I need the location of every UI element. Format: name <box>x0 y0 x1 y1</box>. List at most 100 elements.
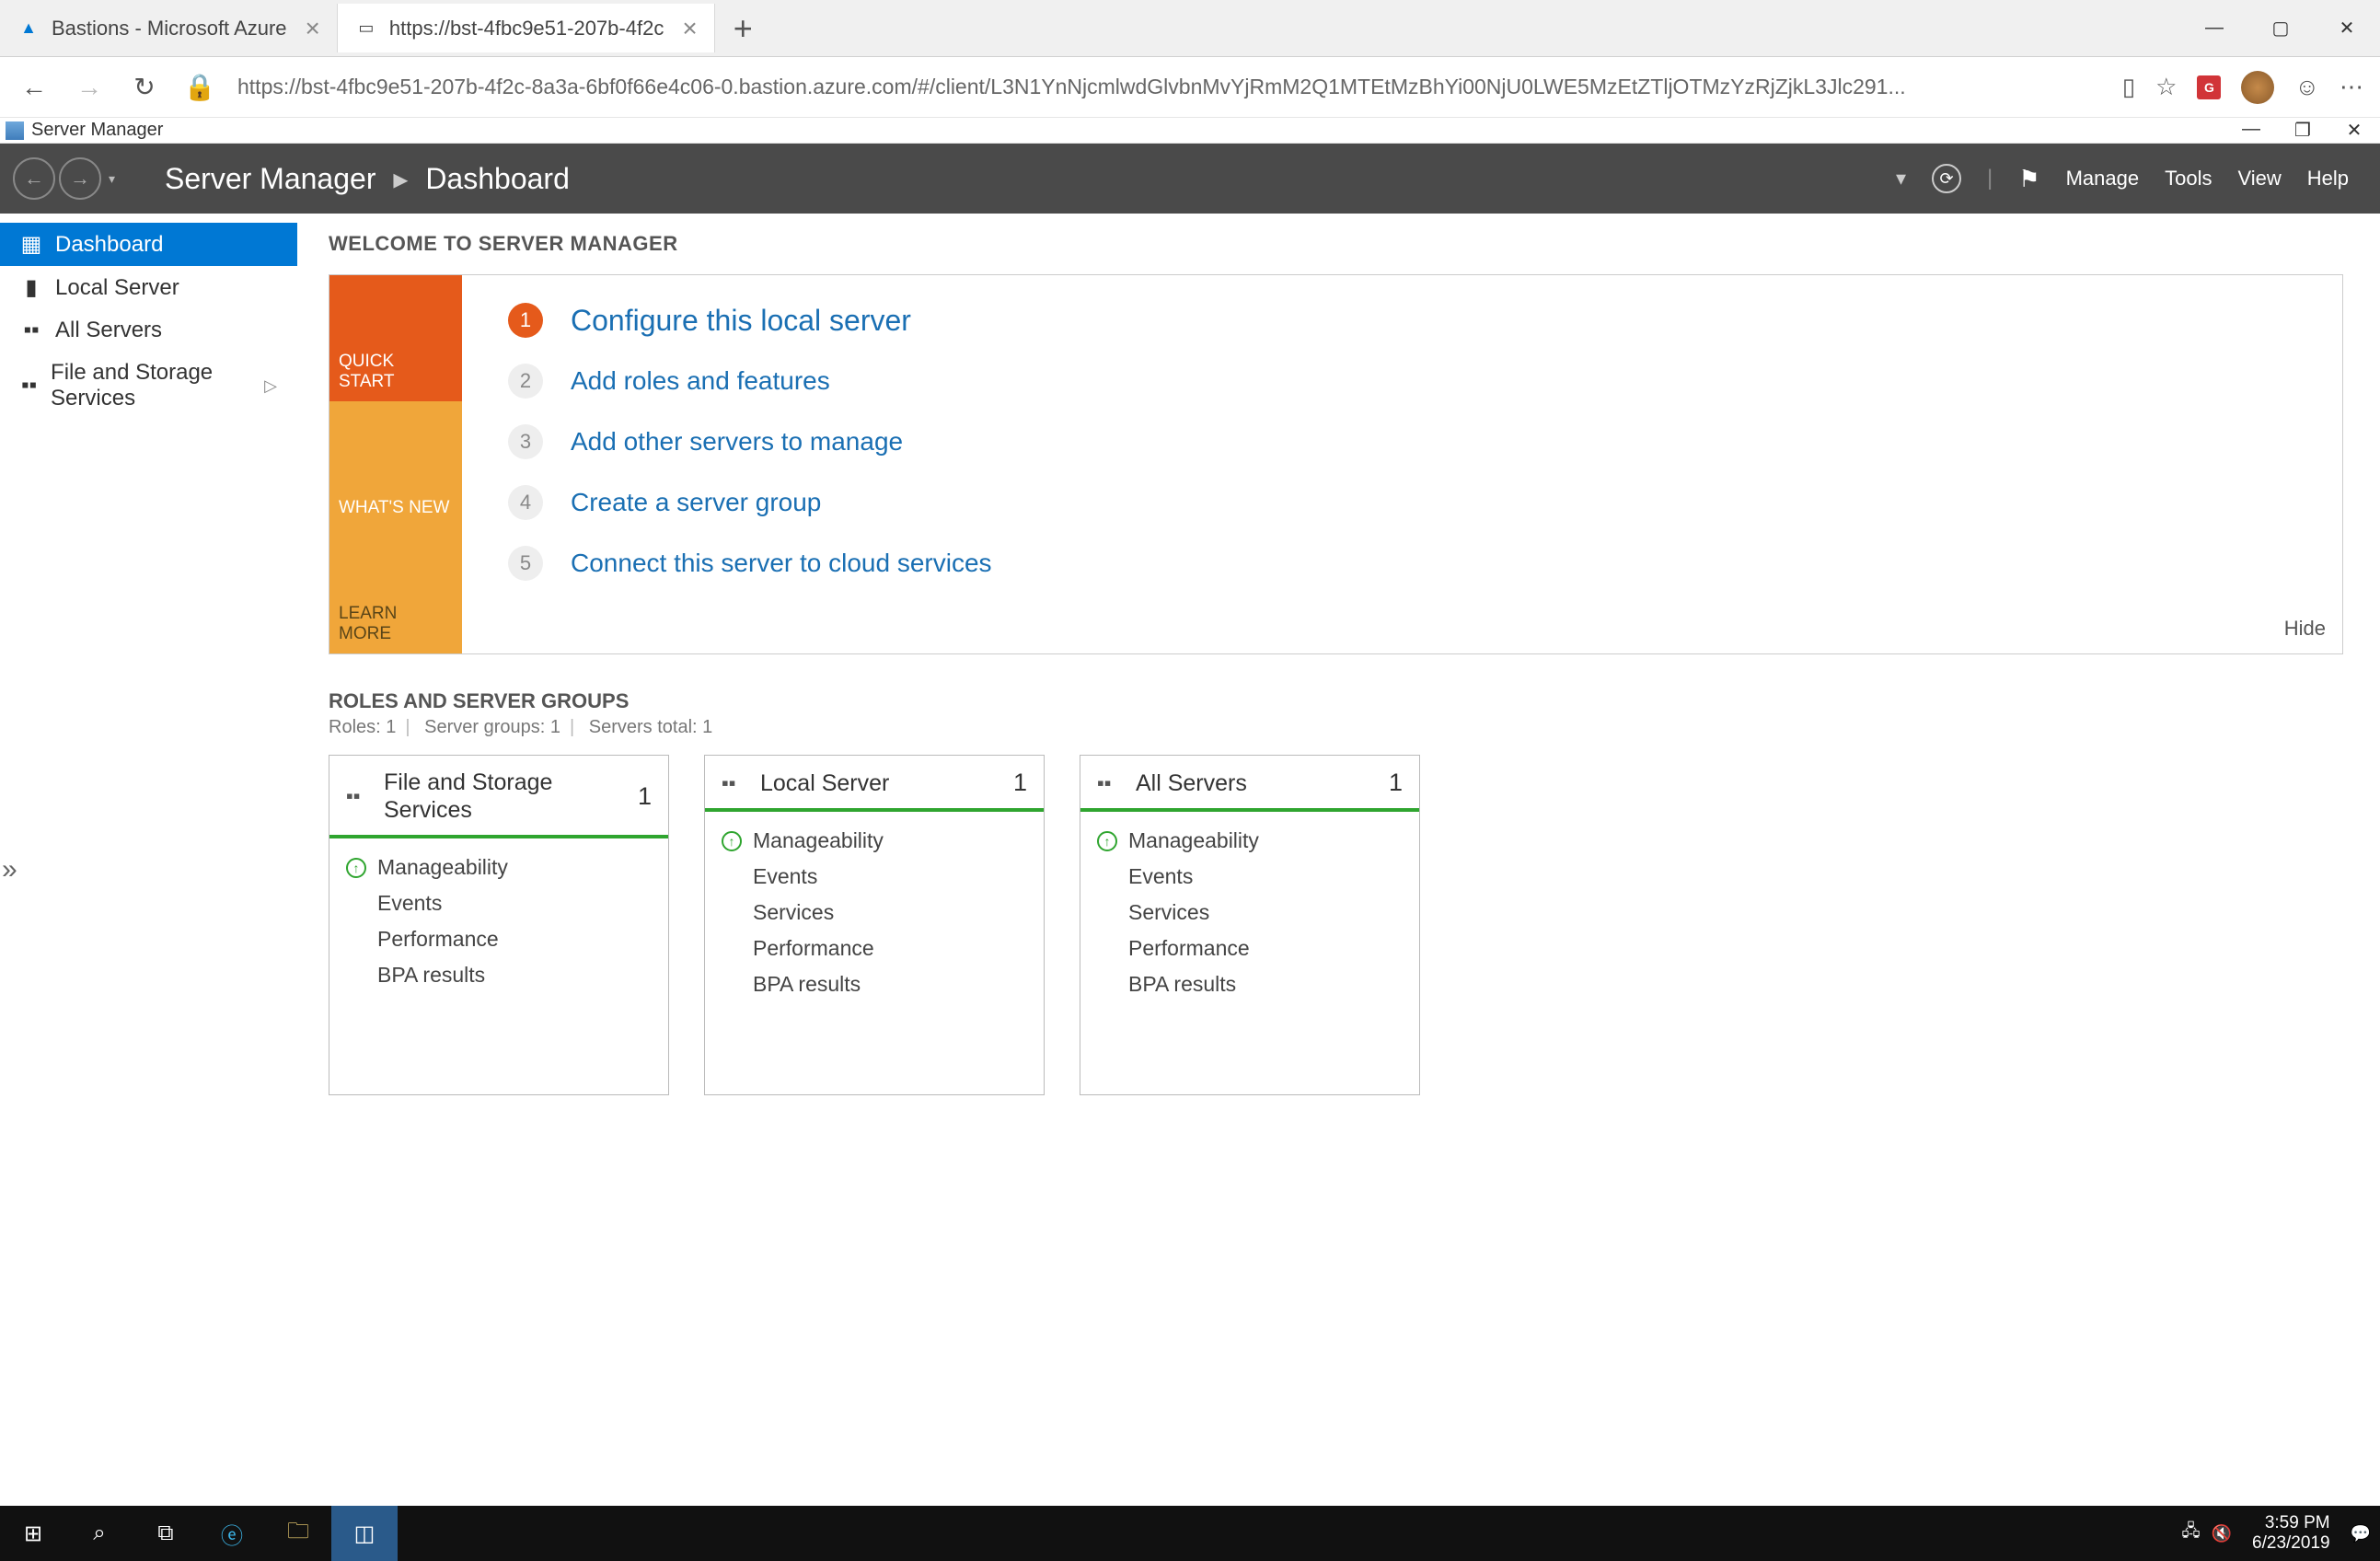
step-number: 1 <box>508 303 543 338</box>
quick-start-step[interactable]: 3Add other servers to manage <box>508 424 2296 459</box>
browser-tab-azure[interactable]: ▲ Bastions - Microsoft Azure × <box>0 4 338 52</box>
taskbar-ie-icon[interactable]: ⓔ <box>199 1506 265 1561</box>
tile-header: ▪▪ All Servers 1 <box>1080 756 1419 812</box>
close-icon[interactable]: × <box>287 14 320 43</box>
more-icon[interactable]: ⋯ <box>2340 73 2363 101</box>
quick-start-step[interactable]: 2Add roles and features <box>508 364 2296 399</box>
app-close-button[interactable]: ✕ <box>2328 119 2380 142</box>
tile-row[interactable]: Events <box>346 885 652 921</box>
azure-icon: ▲ <box>17 17 40 40</box>
chevron-down-icon[interactable]: ▾ <box>1896 167 1906 191</box>
feedback-icon[interactable]: ☺ <box>2294 73 2319 101</box>
close-button[interactable]: ✕ <box>2314 9 2380 48</box>
quick-start-step[interactable]: 5 Connect this server to cloud services <box>508 546 2296 581</box>
step-number: 5 <box>508 546 543 581</box>
browser-tab-strip: ▲ Bastions - Microsoft Azure × ▭ https:/… <box>0 0 2380 57</box>
tile-row[interactable]: Performance <box>346 921 652 957</box>
tab-quick-start[interactable]: QUICK START <box>329 275 462 401</box>
app-minimize-button[interactable]: — <box>2225 119 2277 142</box>
extension-badge-icon[interactable]: G <box>2197 75 2221 99</box>
menu-view[interactable]: View <box>2237 167 2281 191</box>
sidebar-item-local-server[interactable]: ▮ Local Server <box>0 266 297 309</box>
refresh-button[interactable]: ↻ <box>127 72 162 102</box>
nav-back-button[interactable]: ← <box>13 157 55 200</box>
start-button[interactable]: ⊞ <box>0 1506 66 1561</box>
tab-title: https://bst-4fbc9e51-207b-4f2c <box>389 17 664 40</box>
nav-history-dropdown[interactable]: ▾ <box>109 171 115 187</box>
tile-row[interactable]: Events <box>1097 859 1403 895</box>
sidebar-item-all-servers[interactable]: ▪▪ All Servers <box>0 309 297 352</box>
tile-row[interactable]: Events <box>722 859 1027 895</box>
tile-count: 1 <box>1013 769 1027 797</box>
hide-link[interactable]: Hide <box>2284 617 2326 641</box>
sidebar-item-label: Local Server <box>55 275 179 301</box>
search-button[interactable]: ⌕ <box>66 1506 133 1561</box>
quick-start-steps: 1Configure this local server 2Add roles a… <box>462 275 2342 653</box>
quick-start-step[interactable]: 1Configure this local server <box>508 303 2296 338</box>
servers-icon: ▪▪ <box>20 318 42 343</box>
menu-help[interactable]: Help <box>2307 167 2349 191</box>
browser-tab-bastion[interactable]: ▭ https://bst-4fbc9e51-207b-4f2c × <box>338 4 715 52</box>
tile-header: ▪▪ File and Storage Services 1 <box>329 756 668 838</box>
refresh-icon[interactable]: ⟳ <box>1932 164 1961 193</box>
breadcrumb-page: Dashboard <box>425 162 570 195</box>
step-text: Add roles and features <box>571 366 830 396</box>
tile-row[interactable]: ↑Manageability <box>346 850 652 885</box>
tile-row[interactable]: BPA results <box>722 966 1027 1002</box>
sidebar-item-label: Dashboard <box>55 232 163 258</box>
roles-section-subtitle: Roles: 1| Server groups: 1| Servers tota… <box>329 717 2343 738</box>
sidebar-item-dashboard[interactable]: ▦ Dashboard <box>0 223 297 266</box>
role-tile[interactable]: ▪▪ All Servers 1 ↑ManageabilityEventsSer… <box>1080 755 1420 1095</box>
quick-start-step[interactable]: 4Create a server group <box>508 485 2296 520</box>
tile-count: 1 <box>1389 769 1403 797</box>
breadcrumb: Server Manager ▸ Dashboard <box>128 161 570 196</box>
flag-icon[interactable]: ⚑ <box>2018 165 2039 193</box>
tray-sound-icon[interactable]: 🔇 <box>2212 1524 2232 1544</box>
breadcrumb-root[interactable]: Server Manager <box>165 162 375 195</box>
tray-clock[interactable]: 3:59 PM 6/23/2019 <box>2243 1513 2340 1554</box>
new-tab-button[interactable]: + <box>715 9 771 48</box>
app-maximize-button[interactable]: ❐ <box>2277 119 2328 142</box>
tile-title: File and Storage Services <box>384 769 638 824</box>
taskbar-server-manager-icon[interactable]: ◫ <box>331 1506 398 1561</box>
step-text: Connect this server to cloud services <box>571 549 992 578</box>
role-tile[interactable]: ▪▪ File and Storage Services 1 ↑Manageab… <box>329 755 669 1095</box>
step-number: 4 <box>508 485 543 520</box>
quick-start-panel: QUICK START WHAT'S NEW LEARN MORE 1Confi… <box>329 274 2343 654</box>
role-tile[interactable]: ▪▪ Local Server 1 ↑ManageabilityEventsSe… <box>704 755 1045 1095</box>
url-text[interactable]: https://bst-4fbc9e51-207b-4f2c-8a3a-6bf0… <box>237 75 2102 99</box>
step-number: 3 <box>508 424 543 459</box>
tile-row[interactable]: BPA results <box>346 957 652 993</box>
menu-manage[interactable]: Manage <box>2066 167 2140 191</box>
minimize-button[interactable]: — <box>2181 9 2247 48</box>
welcome-title: WELCOME TO SERVER MANAGER <box>329 232 2343 256</box>
tile-row[interactable]: Performance <box>722 931 1027 966</box>
chevron-right-icon: ▸ <box>393 162 408 195</box>
back-button[interactable]: ← <box>17 73 52 102</box>
tile-row[interactable]: ↑Manageability <box>722 823 1027 859</box>
sidebar-toggle-icon[interactable]: » <box>0 849 19 891</box>
taskbar-explorer-icon[interactable]: 🗀 <box>265 1506 331 1561</box>
tile-title: All Servers <box>1136 769 1247 797</box>
close-icon[interactable]: × <box>664 14 697 43</box>
tile-row[interactable]: Services <box>1097 895 1403 931</box>
tray-network-icon[interactable]: 🖧 <box>2182 1520 2201 1547</box>
task-view-button[interactable]: ⧉ <box>133 1506 199 1561</box>
tray-notifications-icon[interactable]: 💬 <box>2351 1524 2371 1544</box>
tile-row[interactable]: ↑Manageability <box>1097 823 1403 859</box>
address-bar: ← → ↻ 🔒 https://bst-4fbc9e51-207b-4f2c-8… <box>0 57 2380 118</box>
server-icon: ▮ <box>20 274 42 301</box>
tab-learn-more[interactable]: LEARN MORE <box>329 527 462 653</box>
forward-button[interactable]: → <box>72 73 107 102</box>
favorite-icon[interactable]: ☆ <box>2155 73 2177 101</box>
sidebar-item-file-storage[interactable]: ▪▪ File and Storage Services ▷ <box>0 352 297 420</box>
tile-row[interactable]: BPA results <box>1097 966 1403 1002</box>
reading-view-icon[interactable]: ▯ <box>2122 73 2135 101</box>
profile-avatar[interactable] <box>2241 71 2274 104</box>
menu-tools[interactable]: Tools <box>2165 167 2212 191</box>
tile-row[interactable]: Performance <box>1097 931 1403 966</box>
nav-forward-button[interactable]: → <box>59 157 101 200</box>
maximize-button[interactable]: ▢ <box>2247 9 2314 48</box>
tile-row[interactable]: Services <box>722 895 1027 931</box>
tab-whats-new[interactable]: WHAT'S NEW <box>329 401 462 527</box>
